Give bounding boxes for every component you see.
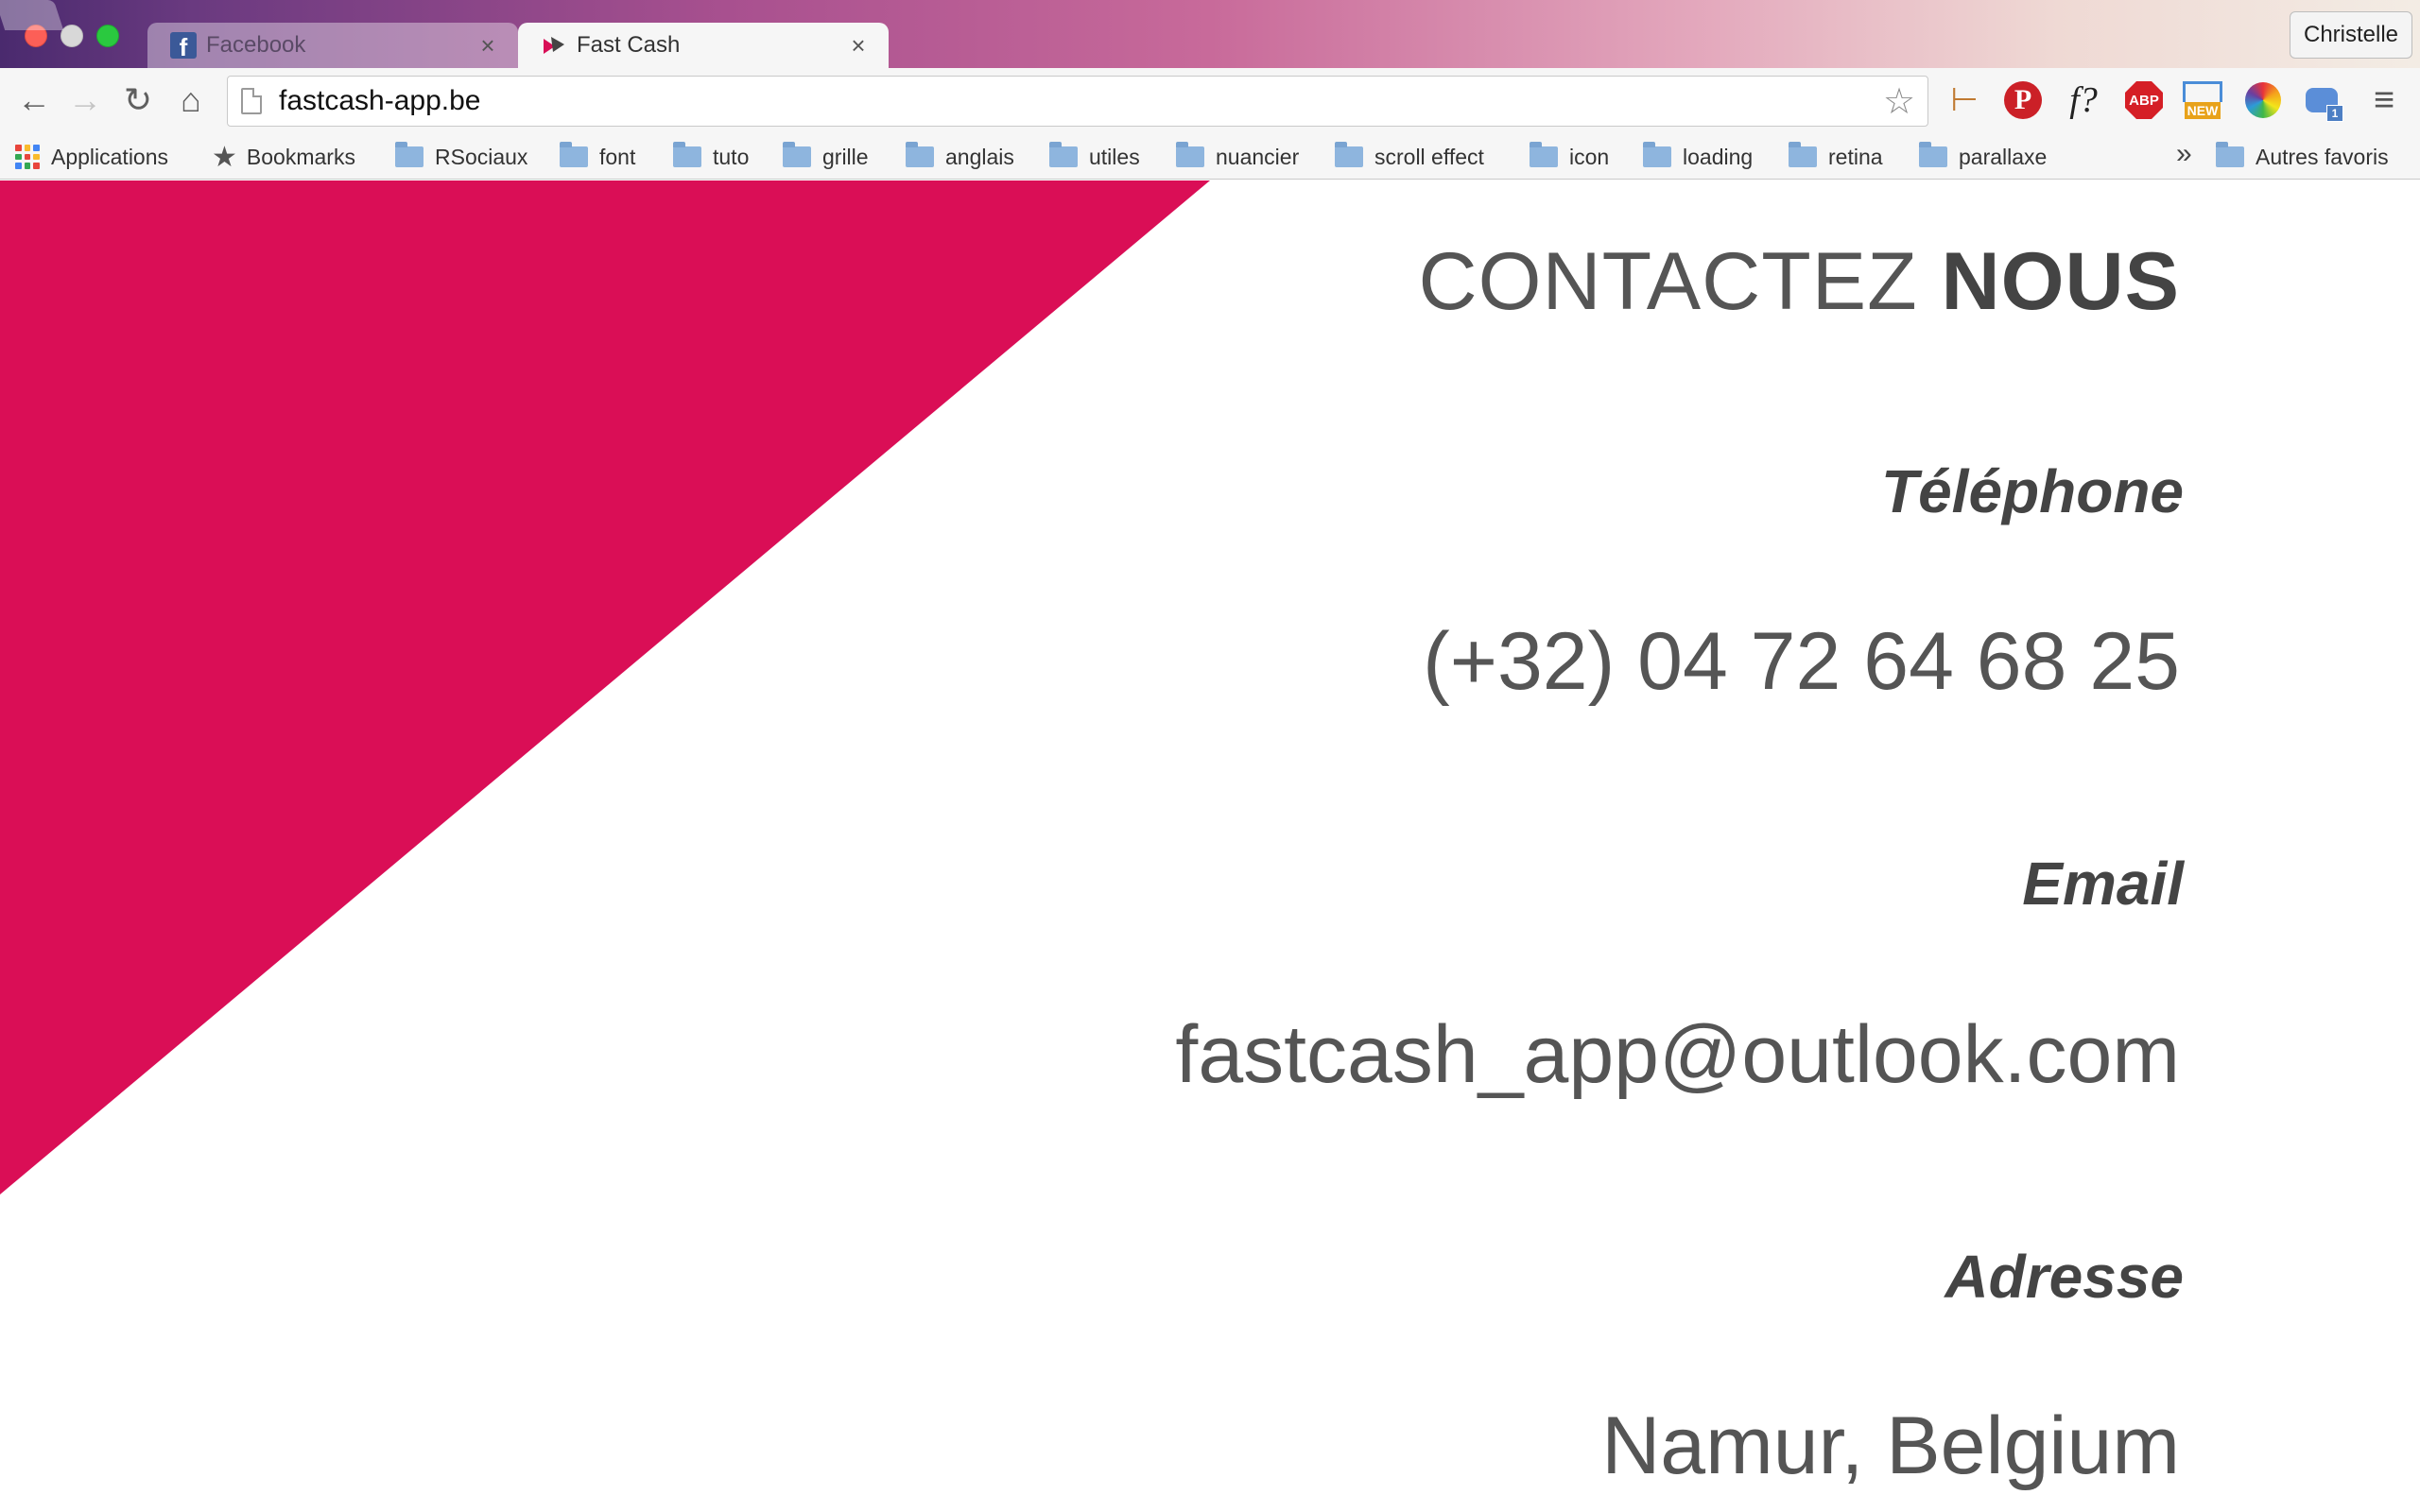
folder-icon [906, 142, 934, 167]
close-icon[interactable]: × [845, 31, 872, 60]
maximize-window-button[interactable] [96, 25, 119, 47]
tab-title: Facebook [206, 32, 306, 58]
folder-icon [1049, 142, 1078, 167]
tab-fast-cash[interactable]: Fast Cash × [518, 23, 889, 68]
bookmark-folder[interactable]: scroll effect [1335, 140, 1484, 174]
minimize-window-button[interactable] [60, 25, 83, 47]
fastcash-icon [541, 32, 567, 59]
address-value: Namur, Belgium [1601, 1400, 2180, 1491]
url-text[interactable]: fastcash-app.be [279, 85, 1878, 117]
tab-title: Fast Cash [577, 32, 681, 58]
browser-titlebar: f Facebook × Fast Cash × Christelle [0, 0, 2420, 68]
pinterest-icon[interactable]: P [2002, 79, 2044, 121]
folder-icon [783, 142, 811, 167]
bookmark-applications[interactable]: Applications [15, 140, 168, 174]
bookmark-folder[interactable]: grille [783, 140, 869, 174]
page-title: CONTACTEZ NOUS [1418, 235, 2180, 329]
title-light: CONTACTEZ [1418, 236, 1918, 327]
folder-icon [2216, 142, 2244, 167]
folder-icon [560, 142, 588, 167]
menu-icon[interactable]: ≡ [2363, 79, 2405, 121]
bookmarks-bar: Applications ★ Bookmarks RSociaux font t… [0, 134, 2420, 180]
folder-icon [1530, 142, 1558, 167]
star-icon: ★ [212, 141, 237, 173]
bookmark-folder[interactable]: nuancier [1176, 140, 1299, 174]
reload-icon[interactable]: ↻ [115, 77, 161, 123]
tab-facebook[interactable]: f Facebook × [147, 23, 518, 68]
phone-label: Téléphone [1880, 457, 2184, 525]
new-tab-extension-icon[interactable]: NEW [2182, 79, 2223, 121]
home-icon[interactable]: ⌂ [168, 77, 214, 123]
close-icon[interactable]: × [475, 31, 501, 60]
new-tab-button[interactable] [0, 0, 64, 30]
bookmark-other-favorites[interactable]: Autres favoris [2216, 140, 2389, 174]
page-content: CONTACTEZ NOUS Téléphone (+32) 04 72 64 … [0, 180, 2420, 1512]
address-bar[interactable]: fastcash-app.be ☆ [227, 76, 1928, 127]
bookmark-folder[interactable]: anglais [906, 140, 1014, 174]
bookmark-folder[interactable]: font [560, 140, 635, 174]
bookmark-folder[interactable]: retina [1789, 140, 1883, 174]
address-label: Adresse [1945, 1243, 2184, 1311]
bookmark-folder[interactable]: utiles [1049, 140, 1140, 174]
facebook-icon: f [170, 32, 197, 60]
chat-extension-icon[interactable]: 1 [2301, 79, 2343, 122]
bookmark-folder[interactable]: parallaxe [1919, 140, 2047, 174]
folder-icon [1176, 142, 1204, 167]
folder-icon [1919, 142, 1947, 167]
page-icon [241, 88, 262, 114]
folder-icon [1789, 142, 1817, 167]
folder-icon [395, 142, 424, 167]
bookmark-folder[interactable]: loading [1643, 140, 1753, 174]
folder-icon [673, 142, 701, 167]
phone-value: (+32) 04 72 64 68 25 [1423, 616, 2180, 707]
whatfont-icon[interactable]: f? [2063, 79, 2104, 121]
folder-icon [1335, 142, 1363, 167]
adblock-plus-icon[interactable]: ABP [2123, 79, 2165, 121]
email-label: Email [2022, 850, 2184, 918]
ruler-extension-icon[interactable]: ⊢ [1944, 79, 1985, 121]
browser-toolbar: ← → ↻ ⌂ fastcash-app.be ☆ ⊢ P f? ABP NEW… [0, 68, 2420, 134]
profile-button[interactable]: Christelle [2290, 11, 2412, 59]
decorative-triangle [0, 180, 1210, 1194]
bookmark-bookmarks[interactable]: ★ Bookmarks [212, 140, 355, 174]
bookmark-folder[interactable]: RSociaux [395, 140, 527, 174]
email-value: fastcash_app@outlook.com [1175, 1009, 2180, 1100]
bookmark-folder[interactable]: tuto [673, 140, 749, 174]
bookmark-folder[interactable]: icon [1530, 140, 1609, 174]
bookmarks-overflow-chevron[interactable]: » [2176, 138, 2192, 170]
back-arrow-icon[interactable]: ← [11, 77, 57, 123]
forward-arrow-icon[interactable]: → [62, 77, 108, 123]
apps-grid-icon [15, 145, 40, 169]
bookmark-star-icon[interactable]: ☆ [1878, 80, 1920, 122]
folder-icon [1643, 142, 1671, 167]
title-bold: NOUS [1941, 236, 2180, 327]
color-wheel-icon[interactable] [2242, 79, 2284, 121]
